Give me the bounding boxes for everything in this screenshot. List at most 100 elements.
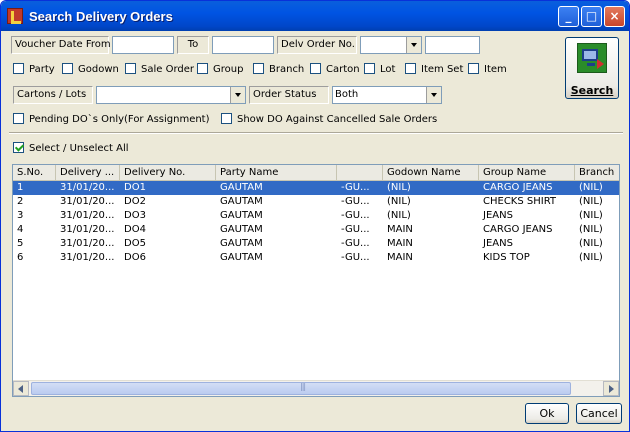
search-button[interactable]: Search [565,37,619,99]
cell-godown-name: MAIN [387,252,413,263]
cell-party-name: GAUTAM [220,210,263,221]
voucher-date-from-input[interactable] [112,36,174,54]
cell-branch: (NIL) [579,196,603,207]
cell-delivery-date: 31/01/20... [60,196,115,207]
godown-checkbox[interactable]: Godown [62,63,119,77]
carton-checkbox[interactable]: Carton [310,63,360,77]
branch-checkbox-label: Branch [269,64,305,75]
cell-sno: 2 [17,196,24,207]
checkbox-box[interactable] [13,63,24,74]
delv-order-no-label: Delv Order No. [277,36,357,54]
cell-party-name: GAUTAM [220,182,263,193]
horizontal-scrollbar[interactable] [13,380,619,396]
monitor-stand [587,63,595,66]
checkbox-box[interactable] [468,63,479,74]
cell-delivery-no: DO2 [124,196,146,207]
item-set-checkbox-label: Item Set [421,64,464,75]
pending-do-checkbox-label: Pending DO`s Only(For Assignment) [29,114,210,125]
party-checkbox-label: Party [29,64,55,75]
delv-order-no-input[interactable] [425,36,480,54]
ok-button[interactable]: Ok [525,403,569,424]
delivery-orders-table[interactable]: S.No. Delivery ... Delivery No. Party Na… [12,164,620,397]
cell-group-name: CARGO JEANS [483,224,553,235]
to-date-input[interactable] [212,36,274,54]
table-row[interactable]: 1 31/01/20... DO1 GAUTAM -GU... (NIL) CA… [13,181,619,195]
table-header: S.No. Delivery ... Delivery No. Party Na… [13,165,619,181]
cartons-lots-dropdown[interactable] [96,86,246,104]
cell-sno: 4 [17,224,24,235]
chevron-down-icon[interactable] [406,37,421,53]
app-icon [7,8,23,24]
minimize-button[interactable]: _ [558,6,579,27]
checkbox-box[interactable] [253,63,264,74]
carton-checkbox-label: Carton [326,64,360,75]
column-header-group-name[interactable]: Group Name [479,165,575,180]
sale-order-checkbox[interactable]: Sale Order [125,63,194,77]
pending-do-checkbox[interactable]: Pending DO`s Only(For Assignment) [13,113,210,127]
column-header-sno[interactable]: S.No. [13,165,56,180]
checkbox-box[interactable] [13,113,24,124]
window-title: Search Delivery Orders [29,9,173,24]
chevron-down-icon[interactable] [426,87,441,103]
cell-group-name: JEANS [483,210,513,221]
cell-party-code: -GU... [341,182,370,193]
cancel-button[interactable]: Cancel [576,403,622,424]
show-cancelled-do-checkbox-label: Show DO Against Cancelled Sale Orders [237,114,438,125]
delv-order-no-dropdown[interactable] [360,36,422,54]
cell-sno: 5 [17,238,24,249]
cell-party-code: -GU... [341,196,370,207]
cell-party-code: -GU... [341,224,370,235]
group-checkbox-label: Group [213,64,244,75]
select-all-checkbox[interactable]: Select / Unselect All [13,142,129,156]
column-header-branch[interactable]: Branch [575,165,619,180]
table-row[interactable]: 6 31/01/20... DO6 GAUTAM -GU... MAIN KID… [13,251,619,265]
order-status-label: Order Status [249,86,329,104]
checkbox-box[interactable] [364,63,375,74]
checkbox-box[interactable] [62,63,73,74]
search-delivery-orders-window: Search Delivery Orders _ □ × Voucher Dat… [0,0,630,432]
cell-group-name: KIDS TOP [483,252,530,263]
checkbox-box[interactable] [221,113,232,124]
checkbox-box[interactable] [197,63,208,74]
cell-godown-name: MAIN [387,224,413,235]
column-header-party-code[interactable] [337,165,383,180]
order-status-dropdown[interactable]: Both [332,86,442,104]
party-checkbox[interactable]: Party [13,63,55,77]
checkbox-box-checked[interactable] [13,142,24,153]
scrollbar-thumb[interactable] [31,382,571,395]
cell-delivery-date: 31/01/20... [60,210,115,221]
column-header-delivery-no[interactable]: Delivery No. [120,165,216,180]
cell-delivery-no: DO6 [124,252,146,263]
item-checkbox[interactable]: Item [468,63,507,77]
column-header-delivery-date[interactable]: Delivery ... [56,165,120,180]
item-set-checkbox[interactable]: Item Set [405,63,463,77]
cell-branch: (NIL) [579,210,603,221]
cell-group-name: JEANS [483,238,513,249]
column-header-godown-name[interactable]: Godown Name [383,165,479,180]
cell-party-name: GAUTAM [220,196,263,207]
table-row[interactable]: 5 31/01/20... DO5 GAUTAM -GU... MAIN JEA… [13,237,619,251]
group-checkbox[interactable]: Group [197,63,243,77]
branch-checkbox[interactable]: Branch [253,63,304,77]
close-button[interactable]: × [604,6,625,27]
checkbox-box[interactable] [405,63,416,74]
cell-branch: (NIL) [579,224,603,235]
checkbox-box[interactable] [125,63,136,74]
scroll-right-icon[interactable] [603,381,619,396]
checkbox-box[interactable] [310,63,321,74]
column-header-party-name[interactable]: Party Name [216,165,337,180]
scroll-left-icon[interactable] [13,381,29,396]
cell-delivery-date: 31/01/20... [60,182,115,193]
cell-sno: 1 [17,182,24,193]
table-row[interactable]: 3 31/01/20... DO3 GAUTAM -GU... (NIL) JE… [13,209,619,223]
cell-godown-name: (NIL) [387,210,411,221]
lot-checkbox[interactable]: Lot [364,63,395,77]
maximize-button[interactable]: □ [581,6,602,27]
cell-group-name: CHECKS SHIRT [483,196,557,207]
title-bar[interactable]: Search Delivery Orders _ □ × [1,1,629,31]
cell-party-name: GAUTAM [220,252,263,263]
show-cancelled-do-checkbox[interactable]: Show DO Against Cancelled Sale Orders [221,113,437,127]
chevron-down-icon[interactable] [230,87,245,103]
table-row[interactable]: 2 31/01/20... DO2 GAUTAM -GU... (NIL) CH… [13,195,619,209]
table-row[interactable]: 4 31/01/20... DO4 GAUTAM -GU... MAIN CAR… [13,223,619,237]
